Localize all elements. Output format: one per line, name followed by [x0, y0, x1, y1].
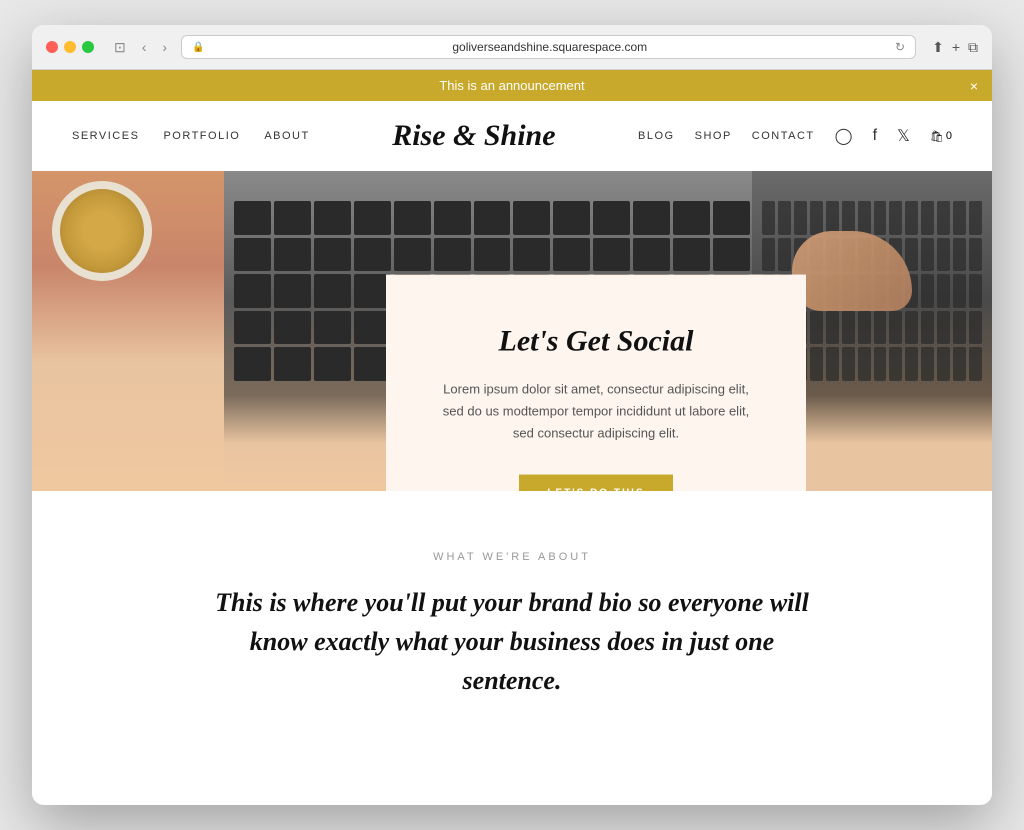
about-section: WHAT WE'RE ABOUT This is where you'll pu… [32, 491, 992, 760]
nav-link-services[interactable]: SERVICES [72, 130, 139, 142]
twitter-icon[interactable]: 𝕏 [897, 126, 910, 146]
minimize-traffic-light[interactable] [64, 41, 76, 53]
about-heading: This is where you'll put your brand bio … [212, 583, 812, 700]
nav-left-links: SERVICES PORTFOLIO ABOUT [72, 130, 310, 142]
nav-link-portfolio[interactable]: PORTFOLIO [163, 130, 240, 142]
address-bar[interactable]: 🔒 goliverseandshine.squarespace.com ↻ [181, 35, 916, 59]
announcement-text: This is an announcement [439, 78, 584, 93]
nav-link-contact[interactable]: CONTACT [752, 130, 815, 142]
close-traffic-light[interactable] [46, 41, 58, 53]
reload-icon: ↻ [895, 40, 905, 54]
nav-link-blog[interactable]: BLOG [638, 130, 675, 142]
forward-button[interactable]: › [158, 37, 171, 57]
social-card-title: Let's Get Social [436, 325, 756, 359]
facebook-icon[interactable]: f [873, 127, 877, 145]
nav-link-shop[interactable]: SHOP [695, 130, 732, 142]
about-label: WHAT WE'RE ABOUT [72, 551, 952, 563]
nav-link-about[interactable]: ABOUT [264, 130, 309, 142]
browser-action-buttons: ⬆ + ⧉ [932, 39, 978, 56]
sidebar-toggle-button[interactable]: ⊡ [110, 37, 130, 58]
coffee-cup [52, 181, 152, 281]
browser-chrome: ⊡ ‹ › 🔒 goliverseandshine.squarespace.co… [32, 25, 992, 70]
nav-right-area: BLOG SHOP CONTACT ◯ f 𝕏 🛍 0 [638, 126, 952, 146]
cart-count: 0 [946, 130, 952, 142]
hero-section: Let's Get Social Lorem ipsum dolor sit a… [32, 171, 992, 491]
titlebar: ⊡ ‹ › 🔒 goliverseandshine.squarespace.co… [32, 25, 992, 69]
cta-button[interactable]: LET'S DO THIS [519, 475, 672, 491]
main-nav: SERVICES PORTFOLIO ABOUT Rise & Shine BL… [32, 101, 992, 171]
site-logo[interactable]: Rise & Shine [392, 119, 555, 153]
lock-icon: 🔒 [192, 42, 204, 53]
url-text: goliverseandshine.squarespace.com [211, 40, 889, 54]
social-card-body: Lorem ipsum dolor sit amet, consectur ad… [436, 379, 756, 445]
announcement-close-button[interactable]: × [970, 78, 978, 94]
tile-button[interactable]: ⧉ [968, 39, 978, 56]
browser-window: ⊡ ‹ › 🔒 goliverseandshine.squarespace.co… [32, 25, 992, 805]
website-content: This is an announcement × SERVICES PORTF… [32, 70, 992, 805]
cart-bag-icon: 🛍 [930, 130, 944, 143]
browser-nav-controls: ⊡ ‹ › [110, 37, 171, 58]
share-button[interactable]: ⬆ [932, 39, 944, 56]
instagram-icon[interactable]: ◯ [835, 126, 853, 146]
announcement-bar: This is an announcement × [32, 70, 992, 101]
traffic-lights [46, 41, 94, 53]
cart-button[interactable]: 🛍 0 [930, 130, 952, 143]
social-card: Let's Get Social Lorem ipsum dolor sit a… [386, 275, 806, 491]
new-tab-button[interactable]: + [952, 39, 960, 55]
maximize-traffic-light[interactable] [82, 41, 94, 53]
back-button[interactable]: ‹ [138, 37, 151, 57]
